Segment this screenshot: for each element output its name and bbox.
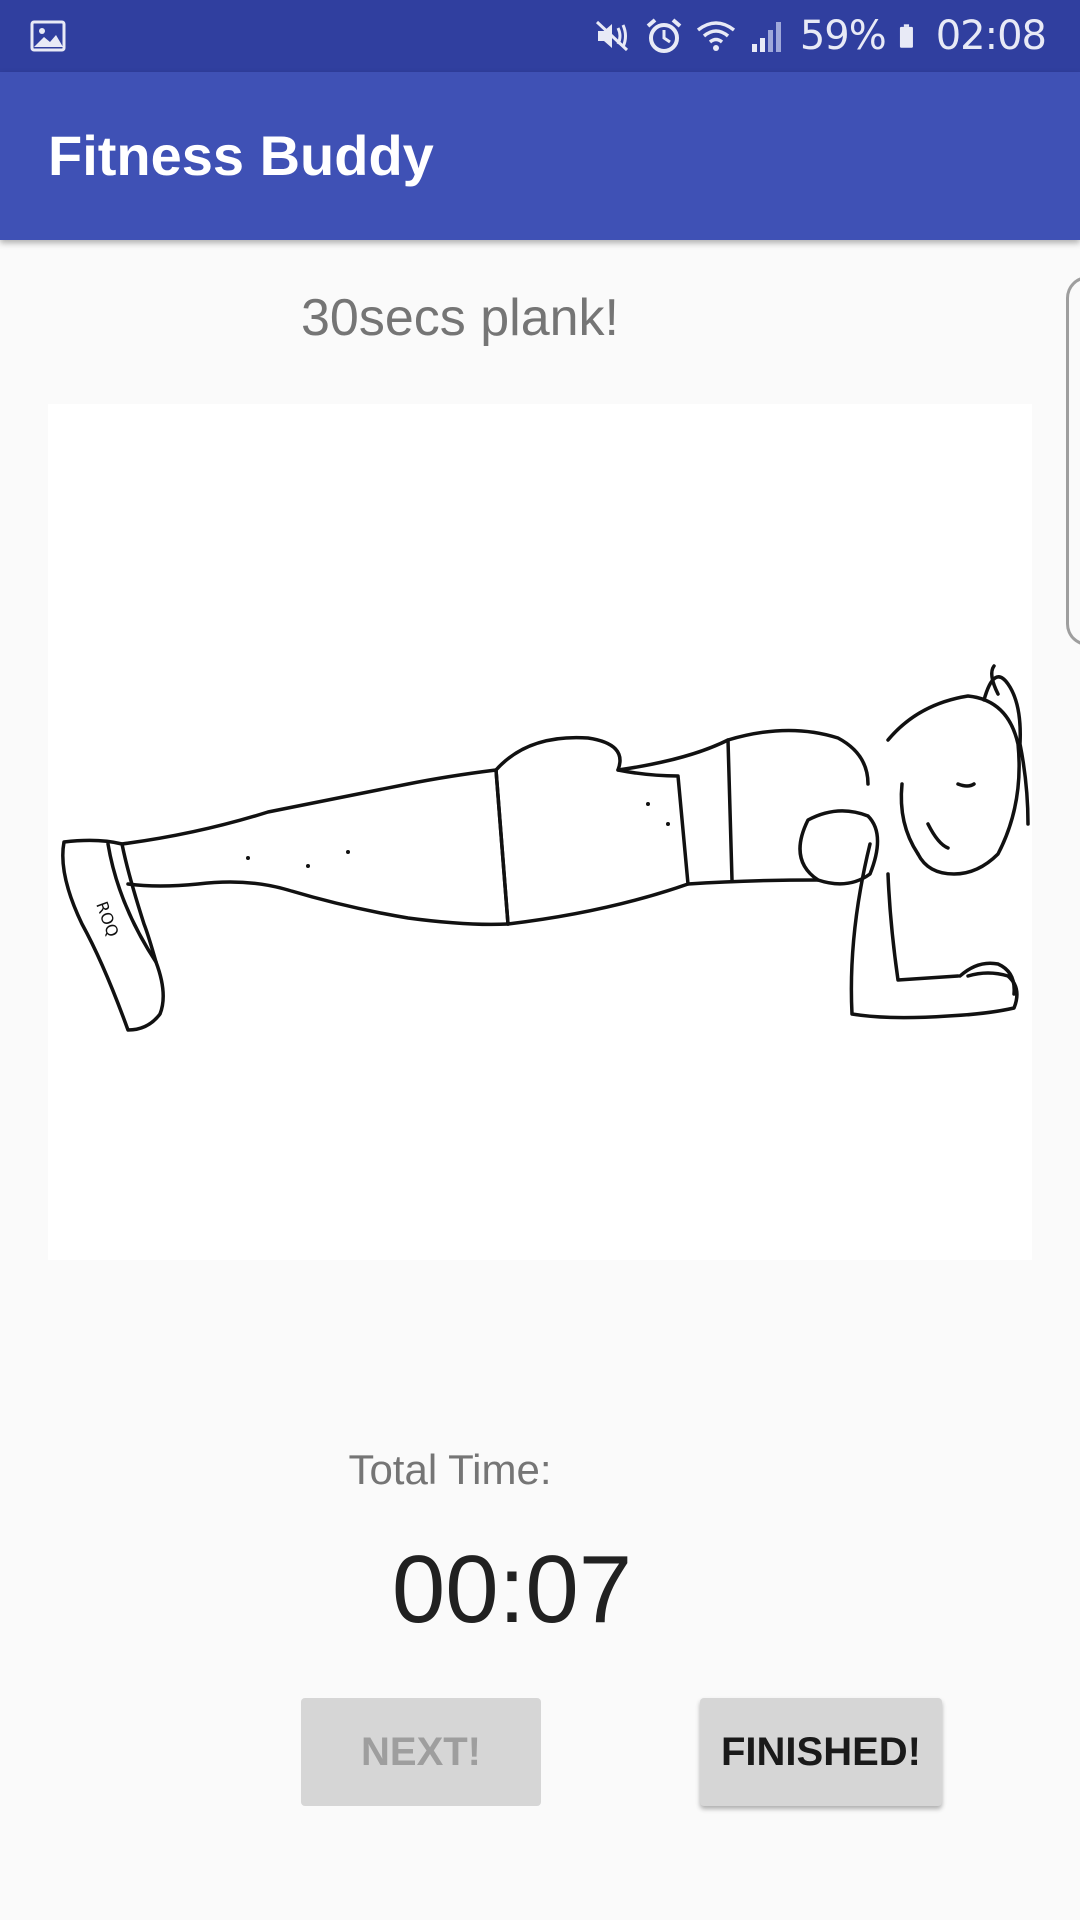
- timer-value: 00:07: [391, 1536, 633, 1643]
- shorts: [494, 735, 690, 926]
- next-button[interactable]: NEXT!: [301, 1698, 541, 1806]
- battery-percentage: 59%: [799, 13, 887, 59]
- edge-panel-handle[interactable]: [1066, 276, 1080, 646]
- leg-bottom: [126, 880, 510, 927]
- app-title: Fitness Buddy: [48, 124, 434, 187]
- head: [886, 694, 1021, 876]
- plank-illustration: ROQ: [48, 404, 1032, 1260]
- gallery-notification-icon: [30, 20, 66, 52]
- exercise-title: 30secs plank!: [301, 289, 619, 347]
- battery-icon: [899, 24, 913, 48]
- status-icons: 59% 02:08: [592, 0, 1047, 72]
- alarm-icon: [646, 18, 682, 53]
- vibrate-mute-icon: [595, 20, 628, 52]
- fist: [958, 961, 1016, 996]
- signal-icon: [751, 22, 781, 52]
- shoe-mark: ROQ: [92, 899, 122, 940]
- status-bar: 59% 02:08: [0, 0, 1080, 72]
- total-time-label: Total Time:: [348, 1446, 552, 1493]
- finished-button[interactable]: FINISHED!: [700, 1698, 942, 1806]
- leg-top: [120, 768, 498, 846]
- ponytail: [982, 675, 1030, 826]
- app-bar: Fitness Buddy: [0, 72, 1080, 240]
- plank-drawing: ROQ: [61, 664, 1030, 1032]
- status-clock: 02:08: [935, 13, 1047, 59]
- wifi-icon: [696, 21, 735, 51]
